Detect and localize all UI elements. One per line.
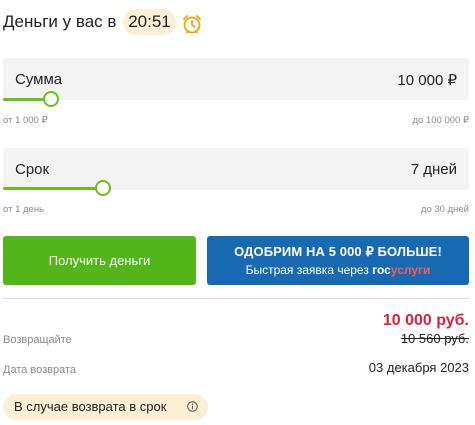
amount-label: Сумма [15,71,63,88]
term-slider-fill [3,187,102,190]
return-date-label: Дата возврата [3,364,77,376]
return-amount: 10 000 руб. [382,312,469,329]
return-date-value: 03 декабря 2023 [368,360,469,375]
on-time-return-label: В случае возврата в срок [14,399,167,414]
promo-subline: Быстрая заявка через госуслуги [207,263,469,277]
gosuslugi-promo-button[interactable]: ОДОБРИМ НА 5 000 ₽ БОЛЬШЕ! Быстрая заявк… [207,236,469,285]
term-value: 7 дней [410,161,457,178]
amount-value: 10 000 ₽ [397,72,457,89]
gosuslugi-logo-gos: гос [372,263,391,277]
on-time-return-info[interactable]: В случае возврата в срок [3,394,208,420]
amount-slider-handle[interactable] [43,91,59,107]
info-icon[interactable] [187,401,198,412]
term-max-hint: до 30 дней [420,204,469,215]
get-money-button[interactable]: Получить деньги [3,236,196,285]
amount-slider-box[interactable]: Сумма 10 000 ₽ [3,58,469,100]
divider [3,298,469,299]
term-label: Срок [15,161,50,178]
alarm-clock-icon [183,15,201,34]
return-old-amount: 10 560 руб. [400,331,469,346]
gosuslugi-logo-uslugi: услуги [390,263,431,277]
promo-subline-text: Быстрая заявка через [245,263,373,277]
header-label: Деньги у вас в [3,12,117,31]
return-label: Возвращайте [3,334,72,346]
delivery-time-badge: 20:51 [123,9,176,35]
amount-min-hint: от 1 000 ₽ [3,115,48,126]
promo-headline: ОДОБРИМ НА 5 000 ₽ БОЛЬШЕ! [234,244,442,259]
term-min-hint: от 1 день [3,204,45,215]
amount-max-hint: до 100 000 ₽ [412,115,470,126]
term-slider-box[interactable]: Срок 7 дней [3,148,469,190]
term-slider-handle[interactable] [95,180,111,196]
